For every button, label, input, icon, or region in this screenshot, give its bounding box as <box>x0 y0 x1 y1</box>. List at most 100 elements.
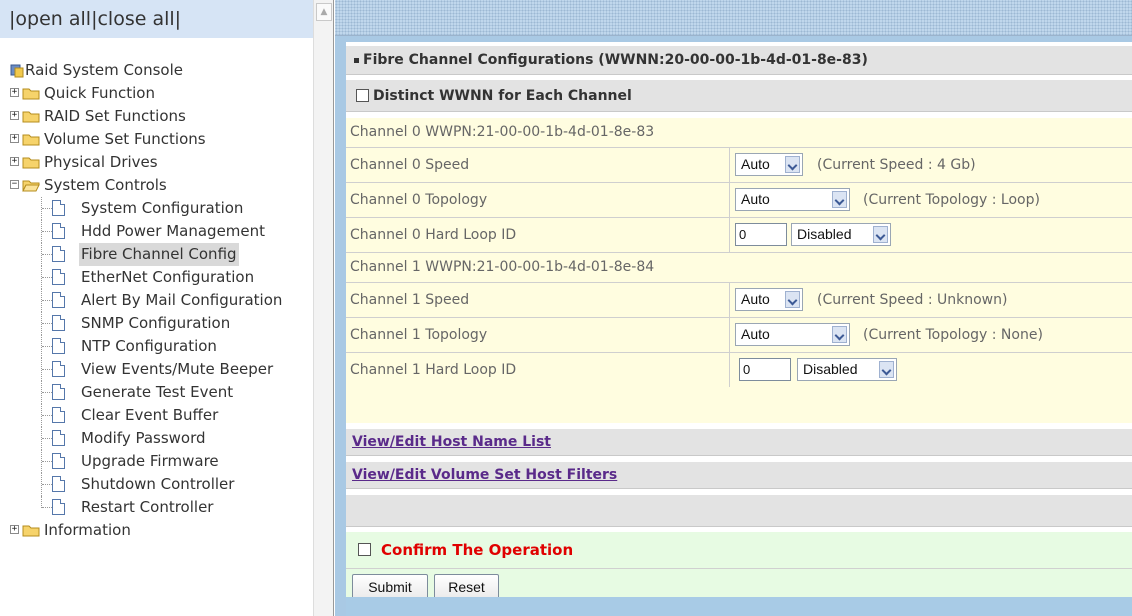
tree-connector <box>42 415 52 416</box>
sidebar-item-snmp-configuration[interactable]: SNMP Configuration <box>9 312 309 335</box>
expand-plus-icon[interactable]: + <box>10 111 19 120</box>
channel1-speed-row: Channel 1 Speed Auto (Current Speed : Un… <box>346 283 1132 317</box>
tree-folder-physical-drives[interactable]: + Physical Drives <box>9 151 309 174</box>
page-icon <box>52 246 65 262</box>
channel0-speed-select[interactable]: Auto <box>735 153 803 176</box>
content-frame: Fibre Channel Configurations (WWNN:20-00… <box>335 0 1132 616</box>
chevron-down-icon <box>832 191 847 208</box>
tree-connector <box>42 507 52 508</box>
tree-folder-system-controls[interactable]: − System Controls <box>9 174 309 197</box>
channel0-wwpn: Channel 0 WWPN:21-00-00-1b-4d-01-8e-83 <box>350 124 655 140</box>
chevron-down-icon <box>785 291 800 308</box>
tree-root[interactable]: Raid System Console <box>9 59 309 82</box>
open-folder-icon <box>22 180 40 192</box>
channel0-topology-select[interactable]: Auto <box>735 188 850 211</box>
channel1-hard-loop-label: Channel 1 Hard Loop ID <box>350 362 517 378</box>
sidebar-item-upgrade-firmware[interactable]: Upgrade Firmware <box>9 450 309 473</box>
tree-connector <box>42 392 52 393</box>
page-icon <box>52 430 65 446</box>
tree-folder-information[interactable]: + Information <box>9 519 309 542</box>
tree-folder-raid-set-functions[interactable]: + RAID Set Functions <box>9 105 309 128</box>
tree-scrollbar[interactable]: ▲ <box>313 0 333 616</box>
distinct-wwnn-label: Distinct WWNN for Each Channel <box>373 88 632 104</box>
sidebar-item-ethernet-configuration[interactable]: EtherNet Configuration <box>9 266 309 289</box>
sidebar-item-label: System Configuration <box>81 199 244 217</box>
confirm-checkbox[interactable] <box>358 543 371 556</box>
channel1-speed-select[interactable]: Auto <box>735 288 803 311</box>
expand-plus-icon[interactable]: + <box>10 157 19 166</box>
channel1-topology-select[interactable]: Auto <box>735 323 850 346</box>
channel0-hard-loop-row: Channel 0 Hard Loop ID 0 Disabled <box>346 218 1132 252</box>
sidebar-item-label: Alert By Mail Configuration <box>81 291 283 309</box>
sidebar-item-hdd-power-management[interactable]: Hdd Power Management <box>9 220 309 243</box>
sidebar-item-label: SNMP Configuration <box>81 314 231 332</box>
confirm-section: Confirm The Operation Submit Reset <box>346 532 1132 604</box>
tree-connector <box>42 369 52 370</box>
close-all-link[interactable]: |close all| <box>91 8 181 30</box>
sidebar-item-system-configuration[interactable]: System Configuration <box>9 197 309 220</box>
page-icon <box>52 499 65 515</box>
sidebar-item-restart-controller[interactable]: Restart Controller <box>9 496 309 519</box>
sidebar-item-generate-test-event[interactable]: Generate Test Event <box>9 381 309 404</box>
channel-config-table: Channel 0 WWPN:21-00-00-1b-4d-01-8e-83 C… <box>346 118 1132 423</box>
collapse-minus-icon[interactable]: − <box>10 180 19 189</box>
console-icon <box>10 64 24 78</box>
channel0-loop-state-select[interactable]: Disabled <box>791 223 891 246</box>
folder-icon <box>22 134 40 146</box>
sidebar-item-label: Restart Controller <box>81 498 214 516</box>
channel1-topology-label: Channel 1 Topology <box>350 327 488 343</box>
channel0-topology-hint: (Current Topology : Loop) <box>863 192 1040 208</box>
tree-connector <box>42 346 52 347</box>
expand-plus-icon[interactable]: + <box>10 134 19 143</box>
config-form: Fibre Channel Configurations (WWNN:20-00… <box>346 42 1132 616</box>
sidebar-item-label: Upgrade Firmware <box>81 452 219 470</box>
tree-connector <box>42 484 52 485</box>
page-icon <box>52 292 65 308</box>
expand-plus-icon[interactable]: + <box>10 525 19 534</box>
sidebar-item-label: Hdd Power Management <box>81 222 266 240</box>
folder-icon <box>22 157 40 169</box>
channel0-loop-state-value: Disabled <box>797 226 852 242</box>
distinct-wwnn-checkbox[interactable] <box>356 88 369 102</box>
distinct-wwnn-row: Distinct WWNN for Each Channel <box>346 80 1132 112</box>
sidebar-item-shutdown-controller[interactable]: Shutdown Controller <box>9 473 309 496</box>
sidebar-item-modify-password[interactable]: Modify Password <box>9 427 309 450</box>
folder-icon <box>22 111 40 123</box>
sidebar-item-fibre-channel-config[interactable]: Fibre Channel Config <box>9 243 309 266</box>
sidebar-item-alert-by-mail-configuration[interactable]: Alert By Mail Configuration <box>9 289 309 312</box>
sidebar-item-view-events-mute-beeper[interactable]: View Events/Mute Beeper <box>9 358 309 381</box>
channel1-speed-hint: (Current Speed : Unknown) <box>817 292 1008 308</box>
channel0-speed-hint: (Current Speed : 4 Gb) <box>817 157 976 173</box>
host-name-list-link[interactable]: View/Edit Host Name List <box>352 434 551 450</box>
chevron-down-icon <box>785 156 800 173</box>
channel1-speed-value: Auto <box>741 291 770 307</box>
page-icon <box>52 407 65 423</box>
tree-folder-volume-set-functions[interactable]: + Volume Set Functions <box>9 128 309 151</box>
tree-connector <box>42 461 52 462</box>
channel1-loop-state-select[interactable]: Disabled <box>797 358 897 381</box>
channel1-topology-row: Channel 1 Topology Auto (Current Topolog… <box>346 318 1132 352</box>
tree-connector <box>42 300 52 301</box>
chevron-down-icon <box>873 226 888 243</box>
confirm-label: Confirm The Operation <box>381 541 574 559</box>
tree-connector <box>42 231 52 232</box>
sidebar-item-ntp-configuration[interactable]: NTP Configuration <box>9 335 309 358</box>
scroll-up-icon[interactable]: ▲ <box>316 3 332 21</box>
sidebar-item-clear-event-buffer[interactable]: Clear Event Buffer <box>9 404 309 427</box>
volume-host-filters-link[interactable]: View/Edit Volume Set Host Filters <box>352 467 617 483</box>
expand-plus-icon[interactable]: + <box>10 88 19 97</box>
sidebar-item-label: View Events/Mute Beeper <box>81 360 274 378</box>
sidebar-item-label: Fibre Channel Config <box>79 243 239 266</box>
channel1-hard-loop-row: Channel 1 Hard Loop ID 0 Disabled <box>346 353 1132 387</box>
channel0-speed-label: Channel 0 Speed <box>350 157 470 173</box>
channel1-loop-id-input[interactable]: 0 <box>739 358 791 381</box>
open-all-link[interactable]: |open all <box>9 8 91 30</box>
channel0-loop-id-input[interactable]: 0 <box>735 223 787 246</box>
spacer-bar <box>346 495 1132 527</box>
channel0-topology-value: Auto <box>741 191 770 207</box>
navigation-pane: |open all|close all| ▲ Raid System Conso… <box>0 0 334 616</box>
tree-folder-quick-function[interactable]: + Quick Function <box>9 82 309 105</box>
tree-root-label: Raid System Console <box>25 61 183 79</box>
folder-icon <box>22 88 40 100</box>
header-stripe <box>335 0 1132 36</box>
